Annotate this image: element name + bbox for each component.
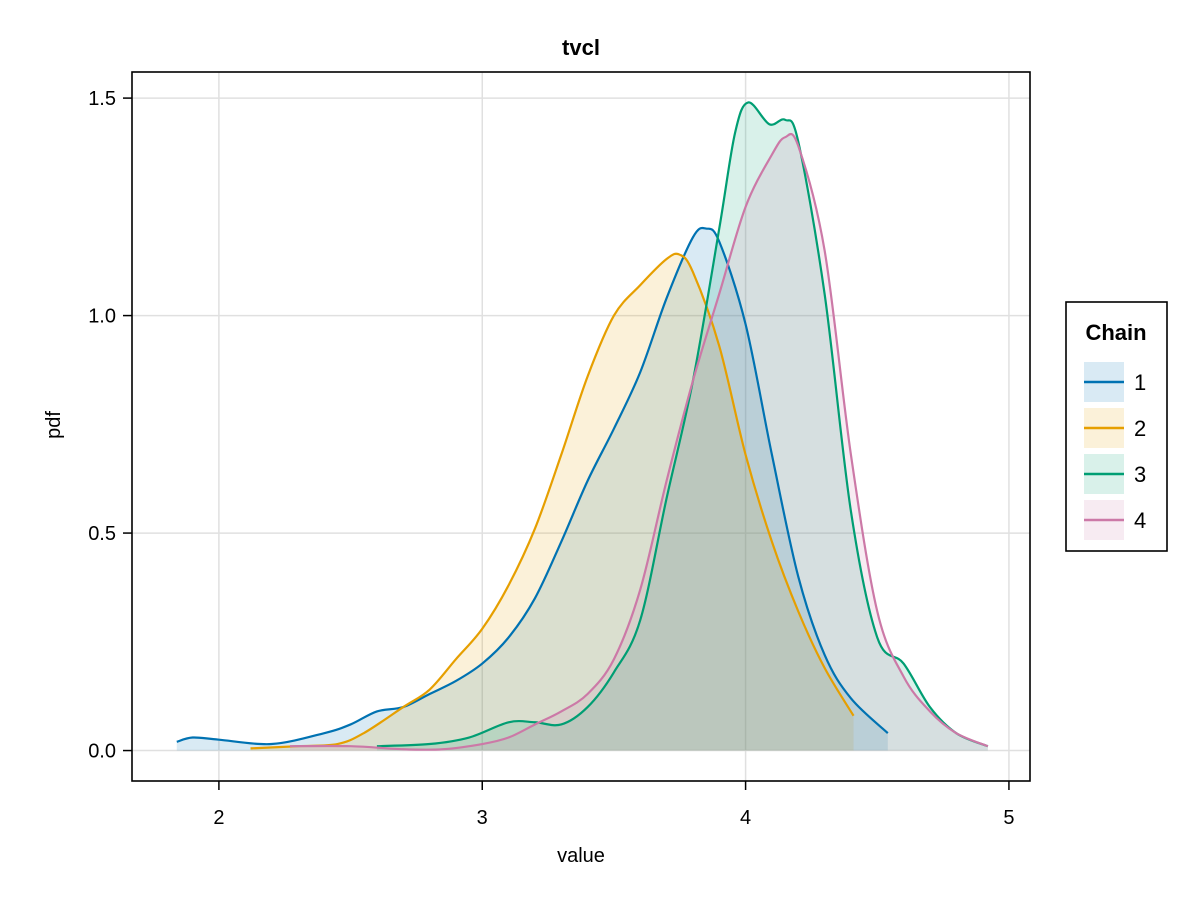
legend-label: 3 <box>1134 462 1146 487</box>
y-tick-label: 0.5 <box>88 523 116 545</box>
legend-label: 2 <box>1134 416 1146 441</box>
legend-label: 1 <box>1134 370 1146 395</box>
y-axis-label: pdf <box>43 411 65 439</box>
x-tick-label: 5 <box>1003 807 1014 829</box>
x-tick-label: 3 <box>477 807 488 829</box>
x-axis: 2 3 4 5 <box>213 781 1014 829</box>
legend: Chain 1 2 3 4 <box>1065 301 1168 552</box>
chart-title: tvcl <box>562 35 600 60</box>
y-tick-label: 1.5 <box>88 88 116 110</box>
density-areas <box>176 102 988 751</box>
x-tick-label: 4 <box>740 807 751 829</box>
legend-title: Chain <box>1085 320 1146 345</box>
y-tick-label: 1.0 <box>88 306 116 328</box>
legend-label: 4 <box>1134 508 1146 533</box>
chart-container: tvcl 2 3 4 5 0.0 0.5 1.0 1.5 value pdf Chain 1… <box>0 0 1200 900</box>
x-axis-label: value <box>557 845 605 867</box>
density-chart: tvcl 2 3 4 5 0.0 0.5 1.0 1.5 value pdf Chain 1… <box>43 35 1168 867</box>
x-tick-label: 2 <box>213 807 224 829</box>
y-tick-label: 0.0 <box>88 741 116 763</box>
y-axis: 0.0 0.5 1.0 1.5 <box>88 88 132 763</box>
